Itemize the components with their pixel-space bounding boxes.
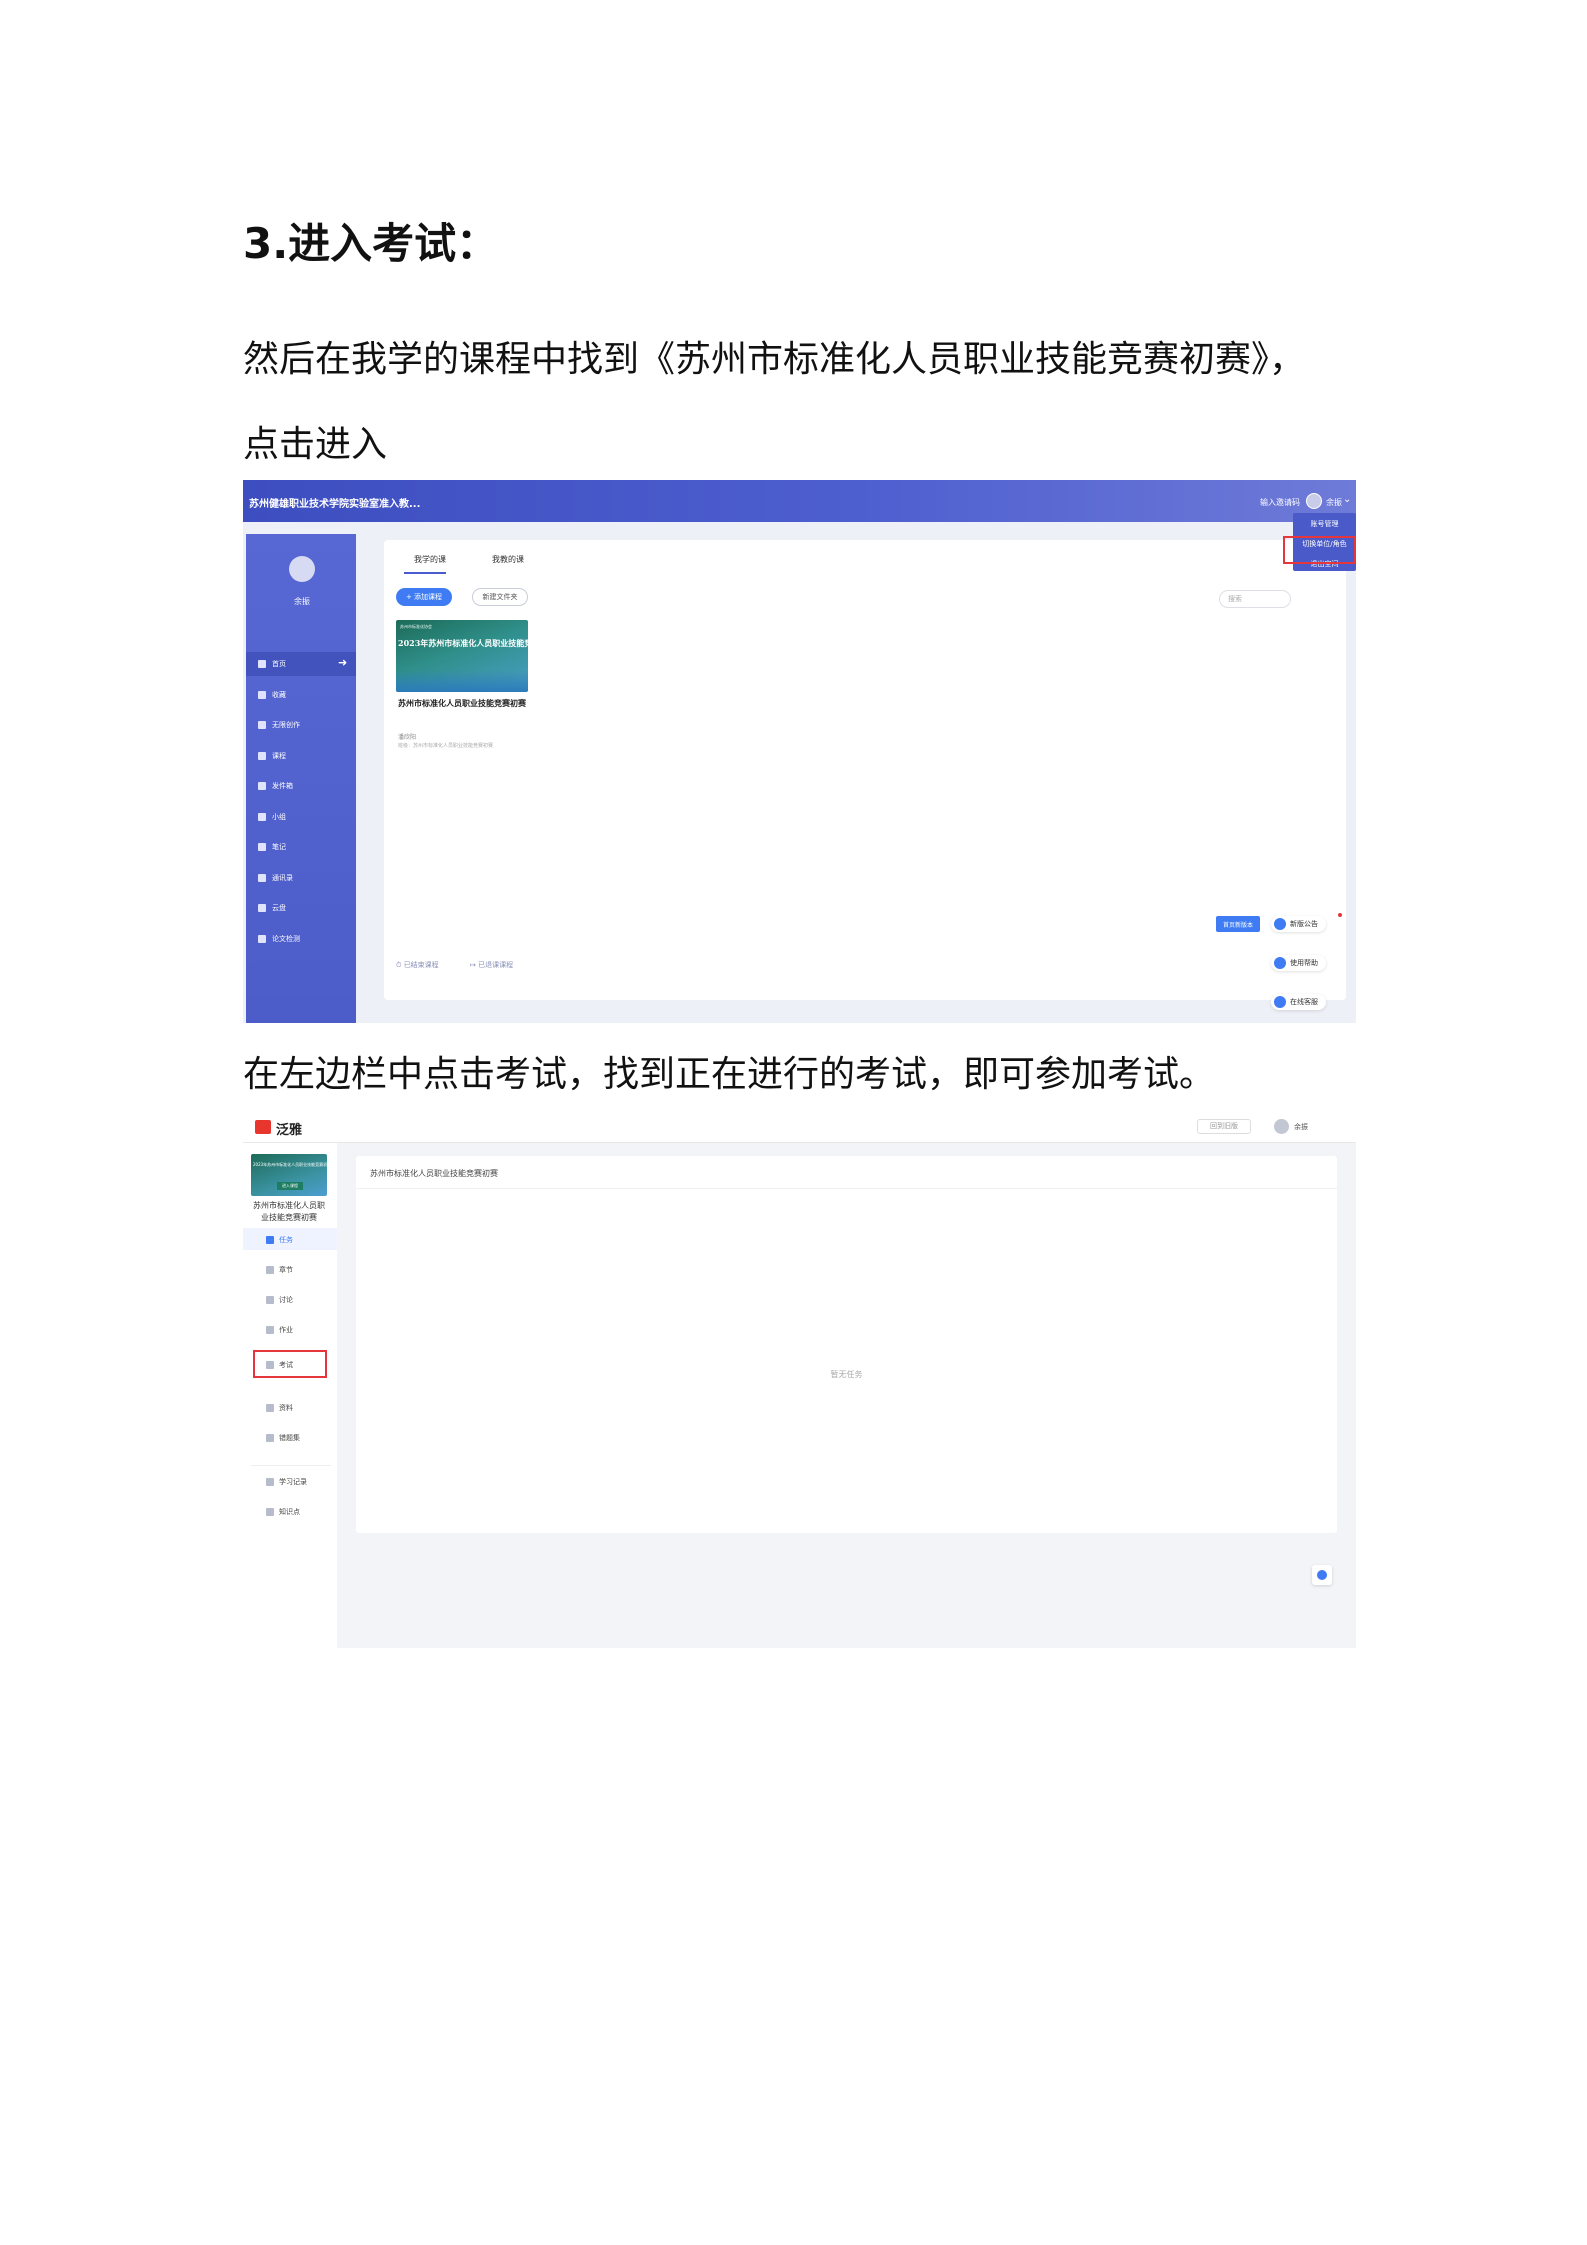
course-cover-image: 2023年苏州市标准化人员职业技能竞赛初赛 进入课程 (251, 1154, 331, 1196)
sidebar-item-notes[interactable]: 笔记 (258, 842, 286, 852)
nav-item-homework[interactable]: 作业 (266, 1325, 293, 1335)
nav-item-knowledge[interactable]: 知识点 (266, 1507, 300, 1517)
sidebar-item-outbox[interactable]: 发件箱 (258, 781, 293, 791)
header-user-name[interactable]: 余振 (1326, 497, 1342, 508)
contacts-icon (258, 874, 266, 882)
highlight-box (1283, 536, 1356, 564)
panel-divider (356, 1188, 1337, 1189)
enter-course-button[interactable]: 进入课程 (277, 1182, 303, 1190)
course-name: 苏州市标准化人员职业技能竞赛初赛 (253, 1201, 325, 1222)
megaphone-icon (1274, 918, 1286, 930)
chat-icon (1274, 996, 1286, 1008)
book-icon (266, 1434, 274, 1442)
announcement-button[interactable]: 新版公告 (1271, 916, 1326, 932)
notification-dot (1338, 913, 1342, 917)
nav-item-study-record[interactable]: 学习记录 (266, 1477, 307, 1487)
instruction-paragraph-2: 在左边栏中点击考试，找到正在进行的考试，即可参加考试。 (243, 1054, 1216, 1095)
sidebar-avatar[interactable] (289, 556, 315, 582)
course-class: 班级：苏州市标准化人员职业技能竞赛初赛 (398, 743, 494, 749)
tab-my-learning[interactable]: 我学的课 (414, 554, 446, 565)
flame-icon (1317, 1570, 1327, 1580)
cloud-icon (258, 904, 266, 912)
note-icon (258, 843, 266, 851)
edit-icon (266, 1326, 274, 1334)
instruction-paragraph-1b: 点击进入 (243, 424, 388, 465)
screenshot-course-page: 泛雅 回到旧版 余振 2023年苏州市标准化人员职业技能竞赛初赛 进入课程 苏州… (243, 1110, 1356, 1648)
sidebar-item-cloud[interactable]: 云盘 (258, 903, 286, 913)
document-check-icon (258, 935, 266, 943)
home-icon (258, 660, 266, 668)
grid-icon (266, 1236, 274, 1244)
arrow-right-icon: ➜ (338, 656, 348, 669)
sidebar-item-create[interactable]: 无限创作 (258, 720, 300, 730)
nav-item-tasks[interactable]: 任务 (266, 1235, 293, 1245)
task-panel: 苏州市标准化人员职业技能竞赛初赛 暂无任务 (356, 1156, 1337, 1533)
logo-icon (255, 1120, 271, 1134)
new-version-button[interactable]: 首页新版本 (1216, 916, 1260, 932)
cover-title: 2023年苏州市标准化人员职业技能竞赛初赛 (253, 1162, 332, 1167)
help-button[interactable]: 使用帮助 (1271, 955, 1326, 971)
nav-item-chapters[interactable]: 章节 (266, 1265, 293, 1275)
cover-organizer: 苏州市标准化协会 (400, 624, 432, 629)
cover-title: 2023年苏州市标准化人员职业技能竞 (398, 638, 528, 648)
course-name[interactable]: 苏州市标准化人员职业技能竞赛初赛 (398, 698, 526, 710)
header-title: 苏州健雄职业技术学院实验室准入教... (249, 499, 421, 510)
course-cover-image[interactable]: 苏州市标准化协会 2023年苏州市标准化人员职业技能竞 (396, 620, 528, 692)
ended-courses-link[interactable]: ⏱ 已结束课程 (396, 960, 439, 970)
sidebar-item-home[interactable]: 首页 (258, 659, 286, 669)
graduation-cap-icon (258, 752, 266, 760)
record-icon (266, 1478, 274, 1486)
sidebar-item-contacts[interactable]: 通讯录 (258, 873, 293, 883)
section-heading: 3.进入考试： (243, 219, 499, 268)
new-folder-button[interactable]: 新建文件夹 (472, 588, 528, 606)
network-icon (266, 1508, 274, 1516)
cover-decoration (396, 670, 528, 692)
nav-item-wrong-questions[interactable]: 错题集 (266, 1433, 300, 1443)
active-tab-underline (404, 572, 446, 574)
panel-title: 苏州市标准化人员职业技能竞赛初赛 (370, 1169, 498, 1178)
nav-divider (251, 1465, 331, 1466)
sidebar-user-name: 余振 (294, 597, 310, 606)
sidebar-item-groups[interactable]: 小组 (258, 812, 286, 822)
folder-icon (266, 1404, 274, 1412)
avatar[interactable] (1306, 493, 1322, 509)
add-course-button[interactable]: + 添加课程 (396, 588, 452, 606)
menu-item-account[interactable]: 账号管理 (1293, 519, 1356, 529)
create-icon (258, 721, 266, 729)
sidebar-item-courses[interactable]: 课程 (258, 751, 286, 761)
sidebar-item-paper-check[interactable]: 论文检测 (258, 934, 300, 944)
highlight-box (253, 1350, 327, 1378)
bookmark-icon (258, 691, 266, 699)
instruction-paragraph-1a: 然后在我学的课程中找到《苏州市标准化人员职业技能竞赛初赛》， (243, 339, 1306, 380)
chevron-down-icon[interactable]: ⌄ (1343, 494, 1351, 505)
logo-text: 泛雅 (276, 1123, 303, 1138)
course-teacher: 潘欣阳 (398, 734, 417, 741)
online-support-button[interactable]: 在线客服 (1271, 994, 1326, 1010)
outbox-icon (258, 782, 266, 790)
nav-item-discussion[interactable]: 讨论 (266, 1295, 293, 1305)
chat-icon (266, 1296, 274, 1304)
chapter-icon (266, 1266, 274, 1274)
support-button[interactable] (1312, 1565, 1332, 1585)
header-user-name[interactable]: 余振 (1294, 1122, 1308, 1132)
search-input[interactable]: 搜索 (1219, 590, 1291, 608)
left-sidebar: 余振 ➜ 首页 收藏 无限创作 课程 发件箱 小组 笔记 通讯录 云盘 论文检测 (246, 534, 356, 1023)
screenshot-course-list: 苏州健雄职业技术学院实验室准入教... 输入邀请码 余振 ⌄ 余振 ➜ 首页 收… (243, 480, 1356, 1023)
tab-my-teaching[interactable]: 我教的课 (492, 554, 524, 565)
nav-item-materials[interactable]: 资料 (266, 1403, 293, 1413)
old-version-button[interactable]: 回到旧版 (1197, 1119, 1251, 1134)
question-icon (1274, 957, 1286, 969)
dropped-courses-link[interactable]: ↦ 已退课课程 (470, 960, 513, 970)
main-panel: 我学的课 我教的课 + 添加课程 新建文件夹 搜索 苏州市标准化协会 2023年… (384, 540, 1346, 1000)
sidebar-item-favorites[interactable]: 收藏 (258, 690, 286, 700)
invite-code-link[interactable]: 输入邀请码 (1260, 497, 1300, 508)
avatar[interactable] (1274, 1119, 1289, 1134)
group-icon (258, 813, 266, 821)
empty-state-text: 暂无任务 (830, 1370, 863, 1379)
